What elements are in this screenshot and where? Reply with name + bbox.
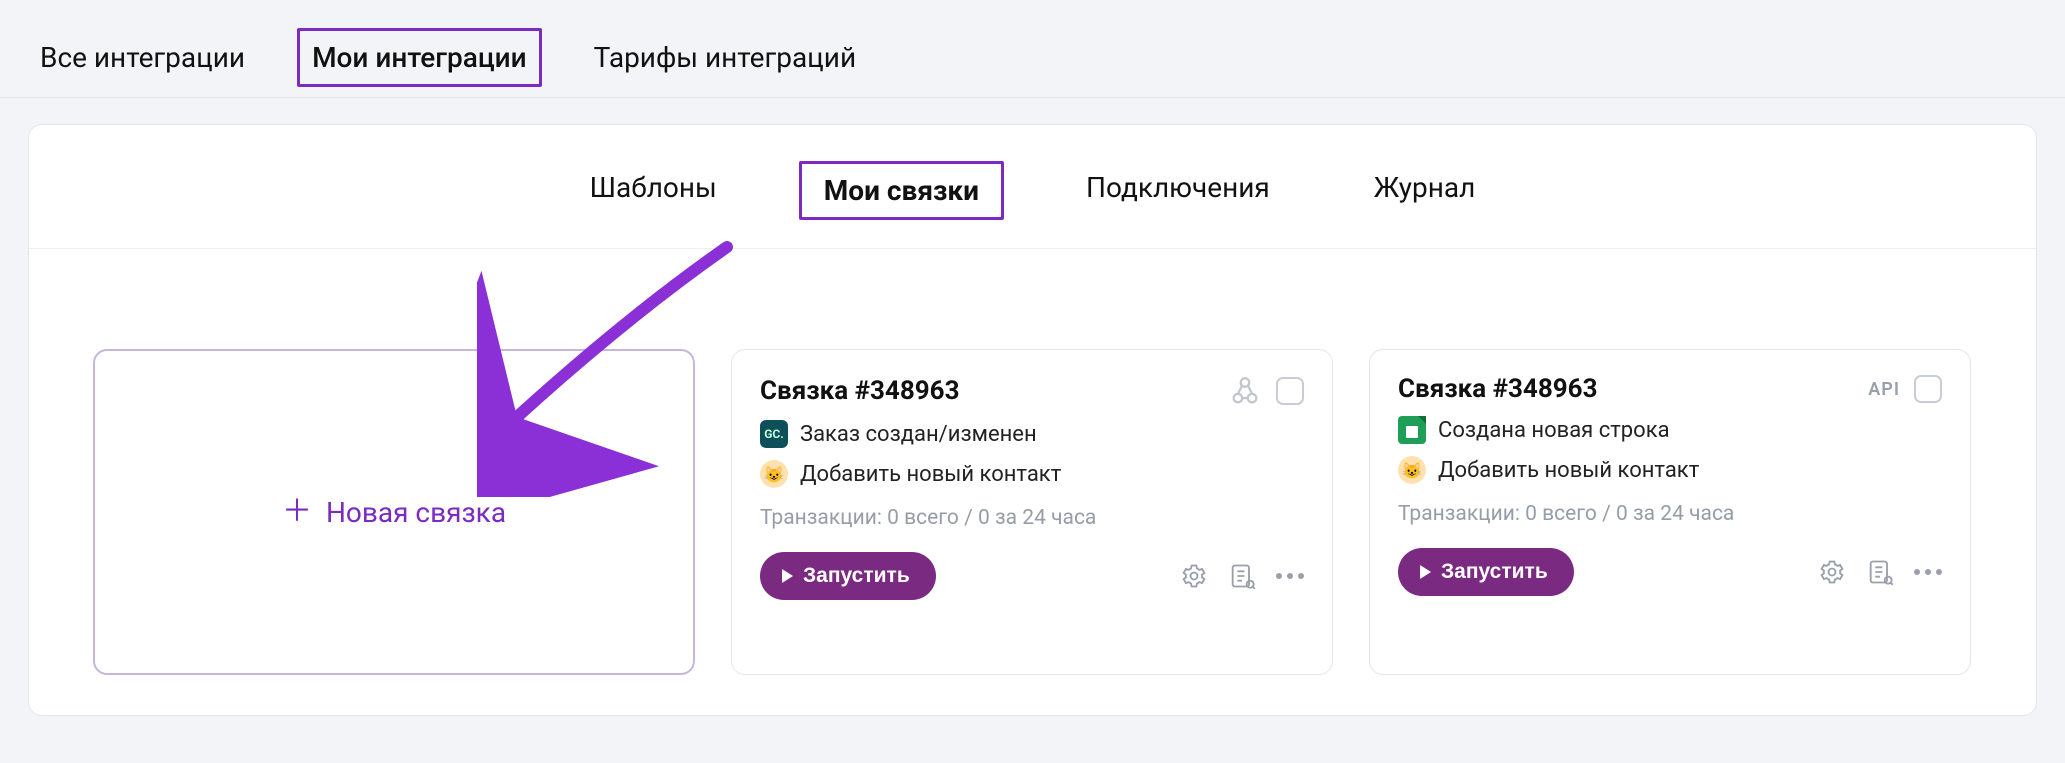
card-title: Связка #348963 [1398,374,1598,404]
main-panel: Шаблоны Мои связки Подключения Журнал ＋ … [28,124,2037,716]
subtab-templates[interactable]: Шаблоны [568,161,739,220]
play-icon [1420,565,1431,579]
trigger-text: Создана новая строка [1438,418,1670,443]
plus-icon: ＋ [282,497,312,527]
select-checkbox[interactable] [1914,375,1942,403]
google-sheets-icon [1398,416,1426,444]
cards-area: ＋ Новая связка Связка #348963 GC. Заказ … [29,249,2036,715]
action-text: Добавить новый контакт [800,462,1061,487]
gear-icon[interactable] [1180,562,1208,590]
action-text: Добавить новый контакт [1438,458,1699,483]
run-button[interactable]: Запустить [760,552,936,600]
transactions-text: Транзакции: 0 всего / 0 за 24 часа [760,506,1304,530]
top-tabs: Все интеграции Мои интеграции Тарифы инт… [0,0,2065,98]
getcourse-icon: GC. [760,420,788,448]
run-label: Запустить [1441,560,1548,584]
api-badge: API [1868,379,1900,400]
gear-icon[interactable] [1818,558,1846,586]
integration-card: Связка #348963 GC. Заказ создан/изменен … [731,349,1333,675]
select-checkbox[interactable] [1276,377,1304,405]
tab-tariffs[interactable]: Тарифы интеграций [582,31,868,84]
contact-icon: 😺 [1398,456,1426,484]
webhook-icon [1228,374,1262,408]
tab-my-integrations[interactable]: Мои интеграции [297,28,542,87]
subtab-journal[interactable]: Журнал [1352,161,1498,220]
more-icon[interactable] [1914,569,1942,575]
log-icon[interactable] [1228,562,1256,590]
contact-icon: 😺 [760,460,788,488]
sub-tabs: Шаблоны Мои связки Подключения Журнал [29,125,2036,249]
tab-all-integrations[interactable]: Все интеграции [28,31,257,84]
subtab-connections[interactable]: Подключения [1064,161,1292,220]
subtab-my-links[interactable]: Мои связки [799,161,1004,220]
trigger-text: Заказ создан/изменен [800,422,1037,447]
log-icon[interactable] [1866,558,1894,586]
new-link-card[interactable]: ＋ Новая связка [93,349,695,675]
transactions-text: Транзакции: 0 всего / 0 за 24 часа [1398,502,1942,526]
card-title: Связка #348963 [760,376,960,406]
run-label: Запустить [803,564,910,588]
play-icon [782,569,793,583]
new-link-label: Новая связка [326,496,506,529]
more-icon[interactable] [1276,573,1304,579]
integration-card: Связка #348963 API Создана новая строка … [1369,349,1971,675]
run-button[interactable]: Запустить [1398,548,1574,596]
